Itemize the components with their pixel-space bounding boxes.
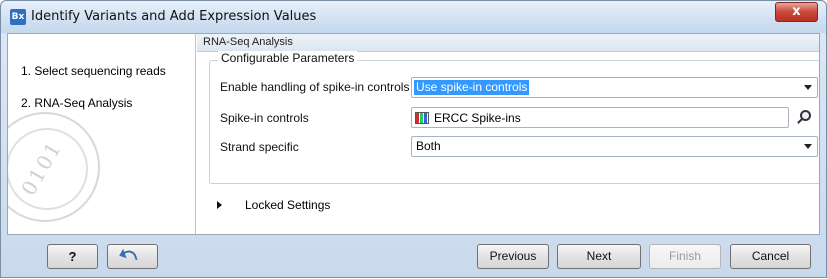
settings-panel: RNA-Seq Analysis Configurable Parameters… xyxy=(197,34,819,234)
steps-panel: 1. Select sequencing reads 2. RNA-Seq An… xyxy=(8,34,196,234)
sequence-list-icon xyxy=(415,112,429,124)
spike-handling-select[interactable]: Use spike-in controls xyxy=(411,77,818,98)
browse-button[interactable] xyxy=(794,108,814,128)
close-button[interactable]: x xyxy=(775,2,818,22)
spike-controls-value: ERCC Spike-ins xyxy=(434,111,521,125)
reset-button[interactable] xyxy=(107,244,158,269)
next-button[interactable]: Next xyxy=(557,244,641,269)
panel-header: RNA-Seq Analysis xyxy=(197,34,819,52)
spike-handling-value: Use spike-in controls xyxy=(414,80,530,95)
button-bar: ? Previous Next Finish Cancel xyxy=(1,236,826,279)
close-icon: x xyxy=(792,4,801,19)
window-title: Identify Variants and Add Expression Val… xyxy=(31,9,317,24)
finish-button[interactable]: Finish xyxy=(649,244,721,269)
chevron-right-icon[interactable] xyxy=(217,201,222,209)
strand-select[interactable]: Both xyxy=(411,136,818,157)
step-select-reads[interactable]: 1. Select sequencing reads xyxy=(21,64,166,78)
cancel-button[interactable]: Cancel xyxy=(730,244,811,269)
strand-label: Strand specific xyxy=(220,140,299,154)
watermark-stamp-icon: 0101 xyxy=(8,112,100,222)
dialog-window: Bx Identify Variants and Add Expression … xyxy=(0,0,827,278)
spike-controls-label: Spike-in controls xyxy=(220,111,309,125)
chevron-down-icon[interactable] xyxy=(804,85,812,90)
spike-controls-field[interactable]: ERCC Spike-ins xyxy=(411,107,789,128)
undo-icon xyxy=(122,248,138,264)
search-icon-handle xyxy=(797,118,803,124)
configurable-parameters-group: Configurable Parameters Enable handling … xyxy=(209,51,819,184)
spike-handling-label: Enable handling of spike-in controls xyxy=(220,80,410,94)
step-rnaseq-analysis[interactable]: 2. RNA-Seq Analysis xyxy=(21,96,132,110)
group-title: Configurable Parameters xyxy=(218,51,358,65)
strand-value: Both xyxy=(416,139,441,153)
app-icon: Bx xyxy=(10,9,26,25)
locked-settings-label: Locked Settings xyxy=(245,198,331,212)
chevron-down-icon[interactable] xyxy=(804,144,812,149)
title-bar[interactable]: Bx Identify Variants and Add Expression … xyxy=(1,1,826,33)
help-button[interactable]: ? xyxy=(47,244,98,269)
previous-button[interactable]: Previous xyxy=(477,244,549,269)
help-icon: ? xyxy=(68,249,77,264)
dialog-content: 1. Select sequencing reads 2. RNA-Seq An… xyxy=(7,33,820,235)
